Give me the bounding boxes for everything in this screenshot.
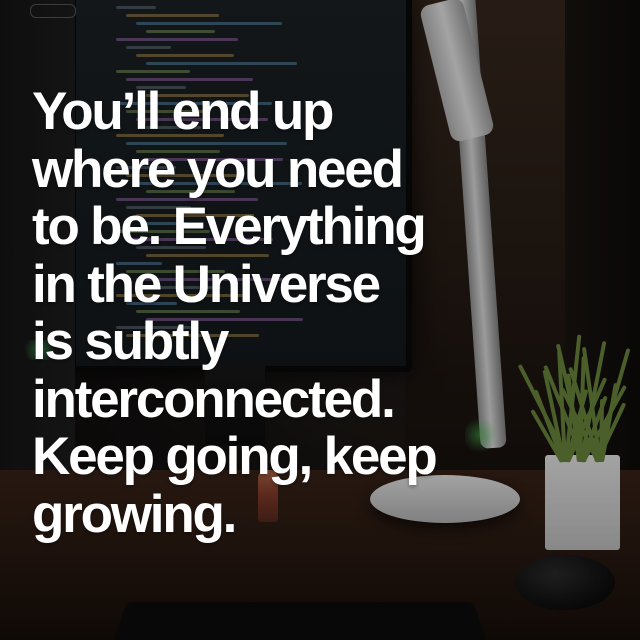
quote-line: in the Universe bbox=[32, 254, 381, 314]
quote-line: Keep going, keep bbox=[32, 427, 438, 486]
quote-line: where you need bbox=[32, 139, 404, 199]
quote-line: is subtly bbox=[32, 312, 229, 371]
quote-line: You’ll end up bbox=[32, 82, 334, 141]
quote-text: You’ll end up where you need to be. Ever… bbox=[32, 83, 592, 543]
background-photo: You’ll end up where you need to be. Ever… bbox=[0, 0, 640, 640]
quote-line: growing. bbox=[32, 484, 237, 544]
quote-line: to be. Everything bbox=[32, 197, 427, 256]
quote-line: interconnected. bbox=[32, 369, 396, 429]
